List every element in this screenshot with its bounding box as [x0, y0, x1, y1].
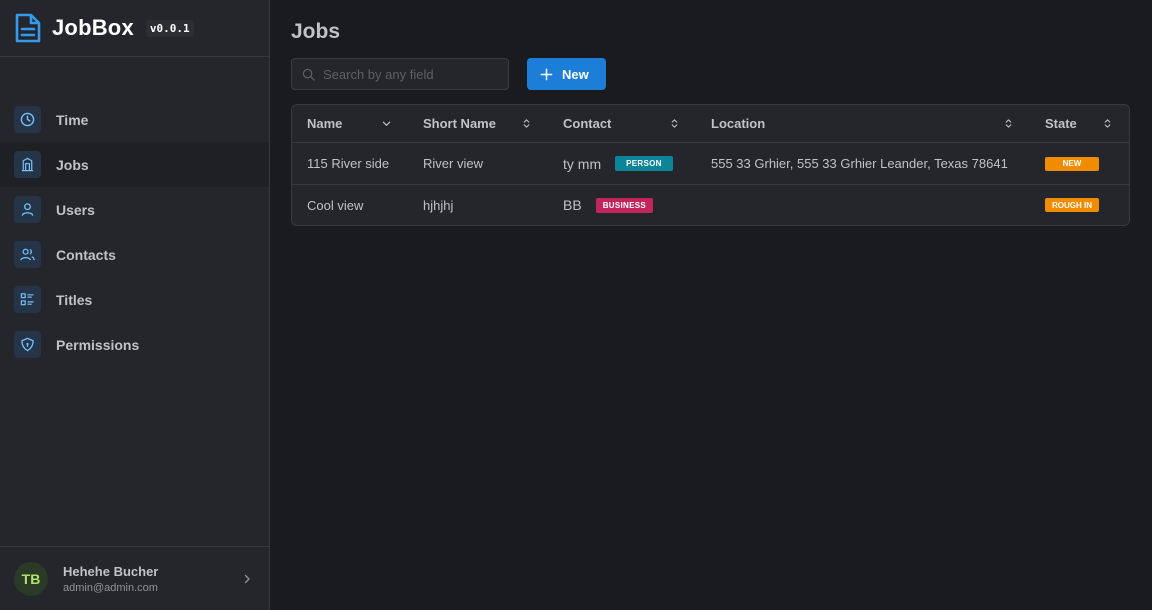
cell-state: NEW: [1030, 156, 1129, 171]
avatar: TB: [14, 561, 48, 596]
building-icon: [14, 151, 41, 178]
chevron-right-icon: [244, 574, 250, 583]
cell-state: ROUGH IN: [1030, 198, 1129, 212]
sidebar-item-label: Time: [56, 111, 89, 128]
brand-header: JobBox v0.0.1: [0, 0, 269, 57]
app-name: JobBox: [52, 15, 134, 40]
sidebar-item-permissions[interactable]: Permissions: [0, 322, 269, 367]
status-badge: NEW: [1045, 156, 1099, 171]
sidebar-item-label: Users: [56, 201, 95, 218]
contact-name: ty mm: [563, 155, 602, 172]
cell-short-name: hjhjhj: [423, 197, 454, 213]
cell-name: Cool view: [307, 197, 364, 213]
table-header: Name Short Name Contact Location State: [292, 105, 1129, 143]
user-info: Hehehe Bucher admin@admin.com: [63, 564, 241, 594]
shield-icon: [14, 331, 41, 358]
sidebar-item-label: Permissions: [56, 336, 140, 353]
search-icon: [302, 68, 315, 81]
user-icon: [14, 196, 41, 223]
sidebar-item-time[interactable]: Time: [0, 97, 269, 142]
jobs-table: Name Short Name Contact Location State 1…: [291, 104, 1130, 226]
cell-short-name: River view: [423, 156, 483, 171]
main-content: Jobs New Name Short Name: [270, 0, 1152, 610]
column-header-short-name[interactable]: Short Name: [408, 116, 548, 131]
chevron-down-icon: [382, 121, 391, 126]
cell-name: 115 River side: [307, 156, 390, 171]
column-header-name[interactable]: Name: [292, 116, 408, 131]
app-root: JobBox v0.0.1 Time Jobs Users Contacts T…: [0, 0, 1152, 610]
search-input[interactable]: [323, 66, 493, 82]
user-menu[interactable]: TB Hehehe Bucher admin@admin.com: [0, 546, 269, 610]
sidebar: JobBox v0.0.1 Time Jobs Users Contacts T…: [0, 0, 270, 610]
sidebar-item-contacts[interactable]: Contacts: [0, 232, 269, 277]
sidebar-item-label: Jobs: [56, 156, 89, 173]
contact-type-badge: BUSINESS: [595, 197, 653, 213]
user-email: admin@admin.com: [63, 581, 158, 594]
cell-location: 555 33 Grhier, 555 33 Grhier Leander, Te…: [711, 156, 1008, 171]
users-icon: [14, 241, 41, 268]
sort-selector-icon: [1005, 119, 1012, 128]
sort-selector-icon: [671, 119, 678, 128]
sidebar-nav: Time Jobs Users Contacts Titles Permissi…: [0, 97, 269, 367]
clock-icon: [14, 106, 41, 133]
document-logo-icon: [15, 13, 41, 43]
column-header-state[interactable]: State: [1030, 116, 1129, 131]
column-header-location[interactable]: Location: [696, 116, 1030, 131]
sidebar-item-label: Titles: [56, 291, 93, 308]
sidebar-item-titles[interactable]: Titles: [0, 277, 269, 322]
contact-type-badge: PERSON: [615, 156, 673, 171]
status-badge: ROUGH IN: [1045, 198, 1099, 212]
cell-contact: BB BUSINESS: [548, 197, 696, 213]
table-row[interactable]: 115 River side River view ty mm PERSON 5…: [292, 143, 1129, 184]
toolbar: New: [291, 58, 1130, 90]
new-job-button[interactable]: New: [527, 58, 606, 90]
list-details-icon: [14, 286, 41, 313]
page-title: Jobs: [291, 20, 341, 43]
column-header-contact[interactable]: Contact: [548, 116, 696, 131]
table-row[interactable]: Cool view hjhjhj BB BUSINESS ROUGH IN: [292, 184, 1129, 225]
sort-selector-icon: [523, 119, 530, 128]
sidebar-item-jobs[interactable]: Jobs: [0, 142, 269, 187]
cell-contact: ty mm PERSON: [548, 156, 696, 172]
sidebar-item-label: Contacts: [56, 246, 116, 263]
user-name: Hehehe Bucher: [63, 563, 159, 579]
search-box[interactable]: [291, 58, 509, 90]
plus-icon: [540, 68, 553, 80]
app-version-badge: v0.0.1: [145, 19, 194, 37]
new-button-label: New: [562, 66, 589, 82]
contact-name: BB: [563, 197, 582, 213]
sidebar-item-users[interactable]: Users: [0, 187, 269, 232]
sort-selector-icon: [1104, 119, 1111, 128]
